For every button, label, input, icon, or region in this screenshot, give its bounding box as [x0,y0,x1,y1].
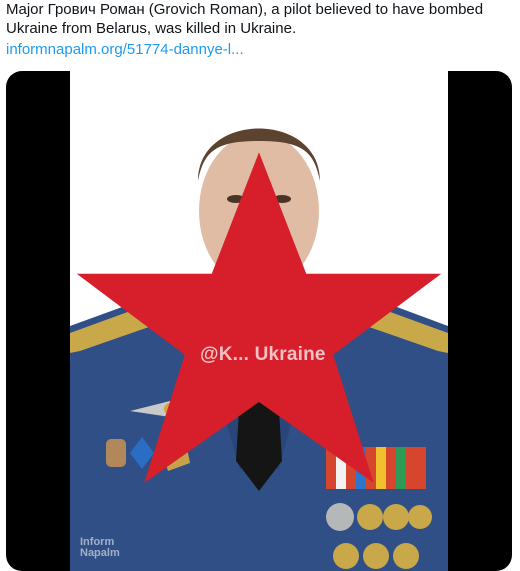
red-star-icon [76,152,442,483]
tweet-media-card[interactable]: @K... Ukraine Inform Napalm [6,71,512,571]
tweet-link[interactable]: informnapalm.org/51774-dannye-l... [6,40,244,59]
watermark-text: @K... Ukraine [200,344,326,365]
portrait-photo: @K... Ukraine Inform Napalm [70,71,448,571]
informnapalm-logo: Inform Napalm [80,536,120,559]
tweet-text: Major Грович Роман (Grovich Roman), a pi… [6,1,484,37]
